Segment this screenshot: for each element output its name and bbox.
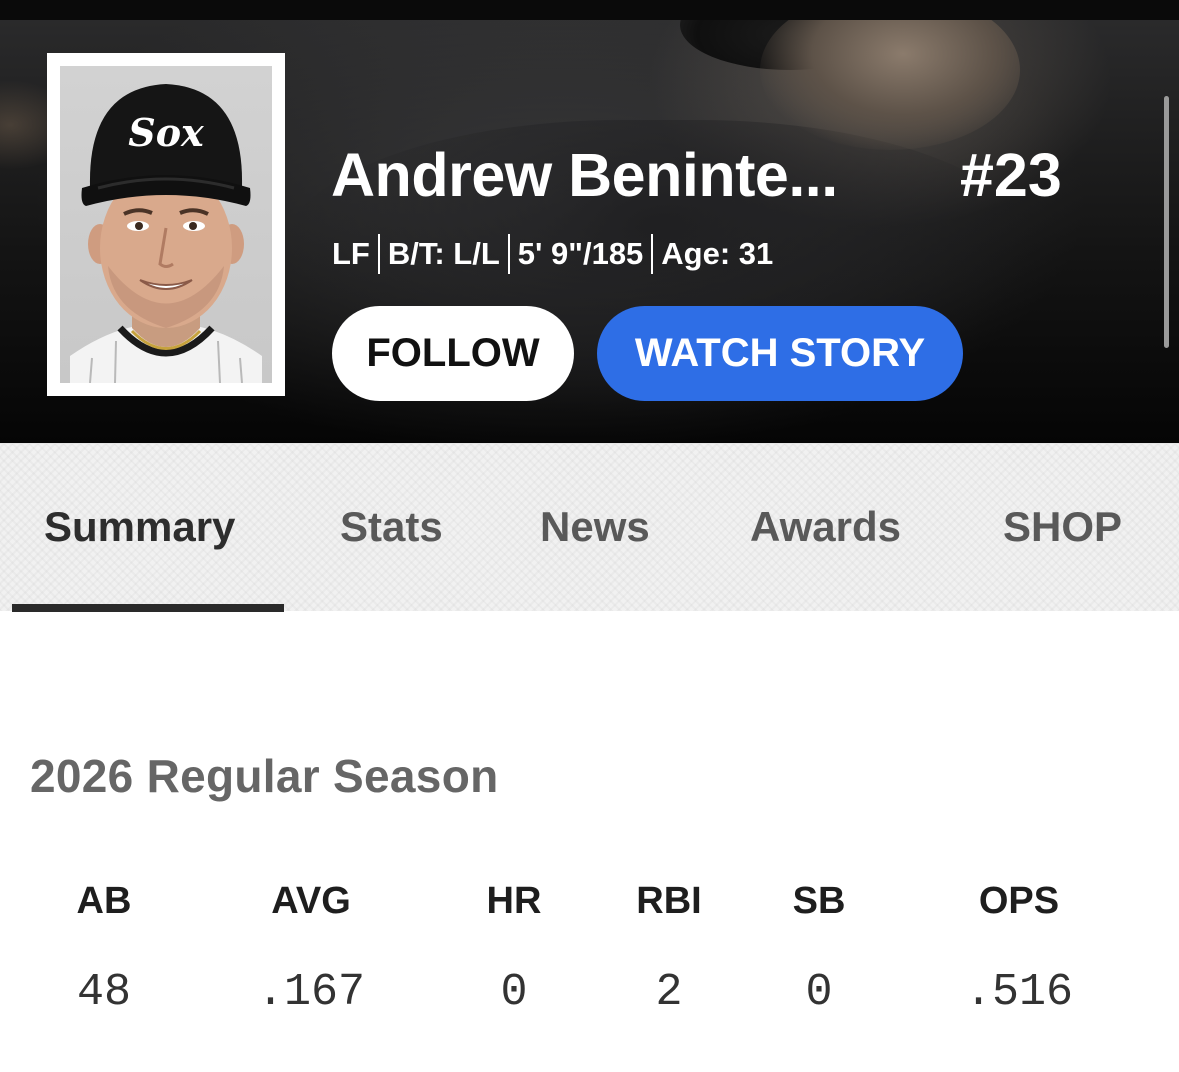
stat-value-ops: .516: [964, 967, 1074, 1018]
stat-header-hr: HR: [486, 880, 542, 922]
scrollbar[interactable]: [1164, 96, 1169, 348]
player-number: #23: [960, 141, 1062, 209]
player-hero-banner: Sox Andrew Beninte... #23 LF B/T: L/L 5'…: [0, 20, 1179, 443]
follow-button[interactable]: FOLLOW: [332, 306, 574, 401]
divider: [507, 234, 510, 274]
headshot-image: Sox: [70, 84, 262, 383]
divider: [377, 234, 380, 274]
player-height-weight: 5' 9"/185: [517, 236, 644, 271]
stat-value-sb: 0: [805, 967, 833, 1018]
stat-value-avg: .167: [256, 967, 366, 1018]
player-name: Andrew Beninte...: [331, 141, 838, 209]
stat-header-rbi: RBI: [636, 880, 702, 922]
player-age: Age: 31: [661, 236, 774, 271]
player-headshot: Sox: [47, 53, 285, 396]
tab-stats[interactable]: Stats: [340, 502, 443, 552]
cap-logo: Sox: [128, 110, 205, 155]
stat-header-avg: AVG: [271, 880, 351, 922]
tab-news[interactable]: News: [540, 502, 650, 552]
season-title: 2026 Regular Season: [30, 750, 499, 802]
status-bar: [0, 0, 1179, 20]
active-tab-indicator: [12, 604, 284, 612]
stat-header-sb: SB: [792, 880, 846, 922]
player-position: LF: [332, 236, 370, 271]
tab-shop[interactable]: SHOP: [1003, 502, 1122, 552]
player-bio-line: LF B/T: L/L 5' 9"/185 Age: 31: [332, 234, 773, 274]
divider: [651, 234, 654, 274]
stat-header-ab: AB: [76, 880, 132, 922]
stat-header-ops: OPS: [978, 880, 1060, 922]
tab-bar: Summary Stats News Awards SHOP: [0, 443, 1179, 612]
player-bats-throws: B/T: L/L: [387, 236, 500, 271]
tab-summary[interactable]: Summary: [44, 502, 235, 552]
stat-value-ab: 48: [76, 967, 131, 1018]
tab-awards[interactable]: Awards: [750, 502, 901, 552]
watch-story-button[interactable]: WATCH STORY: [597, 306, 963, 401]
